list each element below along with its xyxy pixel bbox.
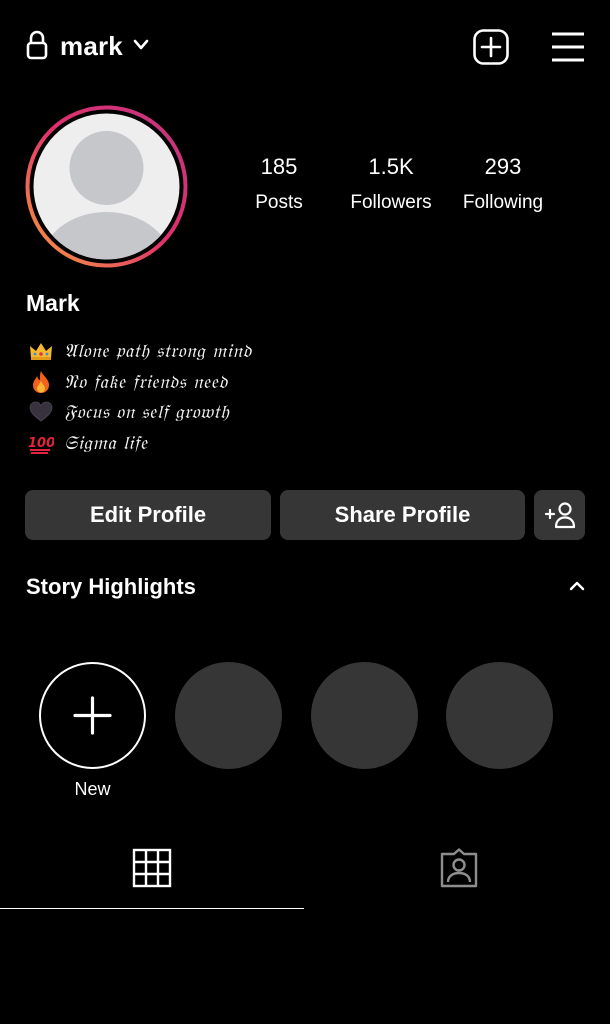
- bio-line: 𝔄𝔩𝔬𝔫𝔢 𝔭𝔞𝔱𝔥 𝔰𝔱𝔯𝔬𝔫𝔤 𝔪𝔦𝔫𝔡: [28, 336, 588, 367]
- posts-label: Posts: [255, 192, 303, 213]
- chevron-up-icon[interactable]: [566, 578, 588, 594]
- bio-line: 100 𝔖𝔦𝔤𝔪𝔞 𝔩𝔦𝔣𝔢: [28, 428, 588, 459]
- posts-count: 185: [260, 154, 298, 179]
- bio-line: 𝔉𝔬𝔠𝔲𝔰 𝔬𝔫 𝔰𝔢𝔩𝔣 𝔤𝔯𝔬𝔴𝔱𝔥: [28, 397, 588, 428]
- lock-icon: [26, 30, 48, 60]
- avatar[interactable]: [25, 105, 188, 268]
- share-profile-button[interactable]: Share Profile: [280, 490, 525, 540]
- following-count: 293: [484, 154, 522, 179]
- stat-following[interactable]: 293 Following: [443, 150, 563, 214]
- add-user-button[interactable]: [534, 490, 585, 540]
- edit-profile-button[interactable]: Edit Profile: [25, 490, 271, 540]
- crown-icon: [30, 343, 52, 361]
- tagged-icon: [440, 848, 478, 888]
- bio-text: 𝔉𝔬𝔠𝔲𝔰 𝔬𝔫 𝔰𝔢𝔩𝔣 𝔤𝔯𝔬𝔴𝔱𝔥: [64, 401, 230, 424]
- stat-posts[interactable]: 185 Posts: [219, 150, 339, 214]
- highlight-placeholder[interactable]: [446, 662, 553, 769]
- display-name: Mark: [26, 290, 80, 316]
- followers-count: 1.5K: [368, 154, 414, 179]
- plus-square-icon[interactable]: [472, 28, 510, 66]
- highlights-title: Story Highlights: [26, 574, 196, 599]
- bio-text: 𝔖𝔦𝔤𝔪𝔞 𝔩𝔦𝔣𝔢: [64, 431, 148, 454]
- following-label: Following: [462, 192, 544, 213]
- bio-line: 𝔑𝔬 𝔣𝔞𝔨𝔢 𝔣𝔯𝔦𝔢𝔫𝔡𝔰 𝔫𝔢𝔢𝔡: [28, 367, 588, 398]
- hamburger-menu-icon[interactable]: [550, 30, 586, 64]
- svg-text:100: 100: [28, 436, 54, 451]
- plus-icon: [73, 696, 112, 735]
- username[interactable]: mark: [60, 31, 123, 62]
- stat-followers[interactable]: 1.5K Followers: [331, 150, 451, 214]
- black-heart-icon: [29, 401, 53, 422]
- tab-posts-grid[interactable]: [0, 830, 304, 909]
- new-highlight-label: New: [74, 779, 111, 799]
- chevron-down-icon[interactable]: [132, 38, 150, 52]
- grid-icon: [132, 848, 172, 888]
- new-highlight-button[interactable]: [39, 662, 146, 769]
- hundred-points-icon: 100: [28, 436, 54, 454]
- profile-page: mark 185 Posts 1.5K Followers 293 Follow…: [0, 0, 610, 1024]
- fire-icon: [33, 370, 49, 393]
- tab-tagged[interactable]: [304, 830, 610, 908]
- bio-text: 𝔑𝔬 𝔣𝔞𝔨𝔢 𝔣𝔯𝔦𝔢𝔫𝔡𝔰 𝔫𝔢𝔢𝔡: [64, 370, 228, 393]
- highlight-placeholder[interactable]: [311, 662, 418, 769]
- bio-text: 𝔄𝔩𝔬𝔫𝔢 𝔭𝔞𝔱𝔥 𝔰𝔱𝔯𝔬𝔫𝔤 𝔪𝔦𝔫𝔡: [64, 340, 252, 363]
- highlight-placeholder[interactable]: [175, 662, 282, 769]
- followers-label: Followers: [350, 192, 432, 213]
- top-bar: mark: [0, 0, 610, 92]
- add-user-icon: [544, 502, 575, 529]
- bio: 𝔄𝔩𝔬𝔫𝔢 𝔭𝔞𝔱𝔥 𝔰𝔱𝔯𝔬𝔫𝔤 𝔪𝔦𝔫𝔡 𝔑𝔬 𝔣𝔞𝔨𝔢 𝔣𝔯𝔦𝔢𝔫𝔡𝔰 𝔫…: [28, 336, 588, 458]
